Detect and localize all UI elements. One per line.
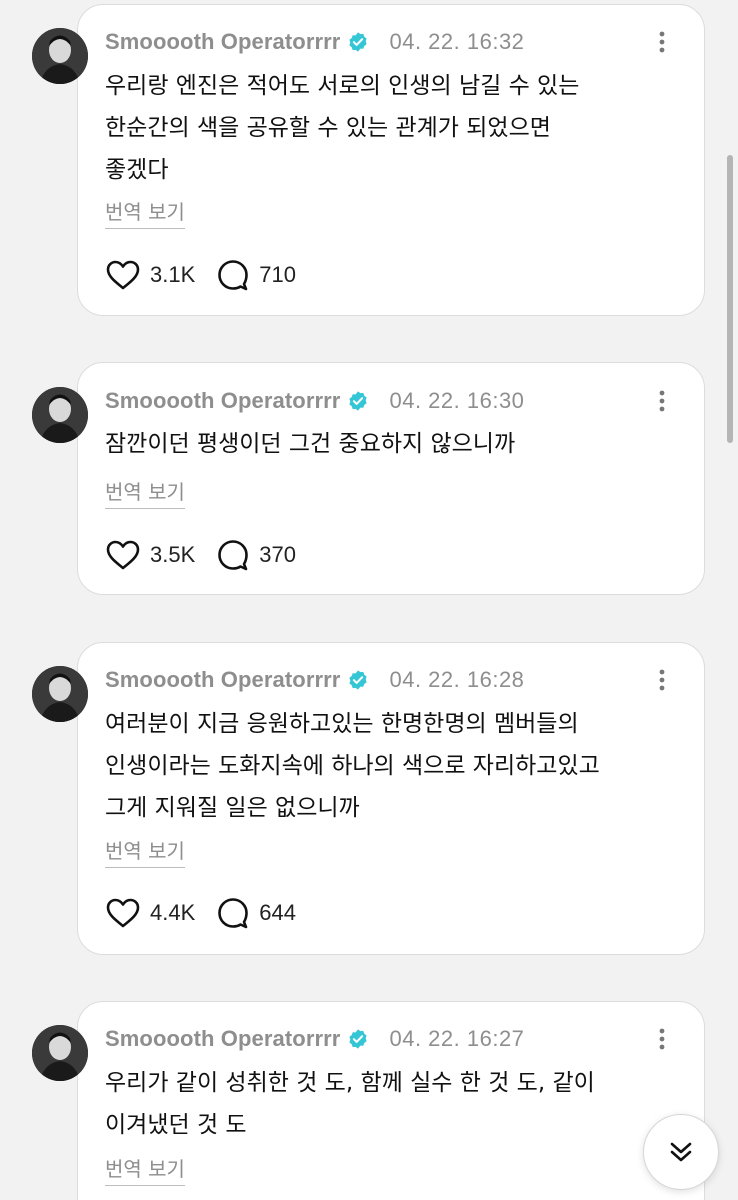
reply-button[interactable]: 644	[217, 897, 296, 929]
comment-icon	[218, 898, 249, 929]
author-name[interactable]: Smooooth Operatorrrr	[105, 388, 340, 414]
like-count: 3.5K	[150, 542, 196, 567]
author-name[interactable]: Smooooth Operatorrrr	[105, 29, 340, 55]
post-text: 우리가 같이 성취한 것 도, 함께 실수 한 것 도, 같이 이겨냈던 것 도	[105, 1070, 595, 1138]
heart-icon	[106, 540, 140, 570]
post-timestamp: 04. 22. 16:27	[389, 1026, 525, 1051]
post-actions: 4.4K 644	[106, 893, 296, 933]
avatar[interactable]	[32, 666, 88, 722]
post-actions: 3.5K 370	[106, 535, 296, 575]
translate-link[interactable]: 번역 보기	[105, 1153, 185, 1186]
verified-badge-icon	[347, 669, 369, 691]
avatar[interactable]	[32, 28, 88, 84]
reply-button[interactable]: 710	[217, 259, 296, 291]
scroll-to-bottom-button[interactable]	[643, 1114, 719, 1190]
post-timestamp: 04. 22. 16:28	[389, 667, 525, 692]
more-options-icon[interactable]	[650, 1019, 674, 1059]
post-header: Smooooth Operatorrrr 04. 22. 16:32	[105, 22, 524, 62]
like-count: 3.1K	[150, 262, 196, 287]
reply-count: 710	[259, 262, 296, 287]
scrollbar-thumb[interactable]	[727, 155, 733, 443]
verified-badge-icon	[347, 31, 369, 53]
reply-count: 370	[259, 542, 296, 567]
like-button[interactable]: 3.1K	[106, 260, 195, 290]
avatar[interactable]	[32, 387, 88, 443]
more-options-icon[interactable]	[650, 22, 674, 62]
like-count: 4.4K	[150, 900, 196, 925]
more-options-icon[interactable]	[650, 381, 674, 421]
verified-badge-icon	[347, 390, 369, 412]
translate-link[interactable]: 번역 보기	[105, 476, 185, 509]
post-text: 잠깐이던 평생이던 그건 중요하지 않으니까	[105, 431, 516, 457]
heart-icon	[106, 898, 140, 928]
verified-badge-icon	[347, 1028, 369, 1050]
more-options-icon[interactable]	[650, 660, 674, 700]
like-button[interactable]: 3.5K	[106, 540, 195, 570]
comment-icon	[218, 540, 249, 571]
post-timestamp: 04. 22. 16:30	[389, 388, 525, 413]
reply-button[interactable]: 370	[217, 539, 296, 571]
like-button[interactable]: 4.4K	[106, 898, 195, 928]
post-text: 우리랑 엔진은 적어도 서로의 인생의 남길 수 있는 한순간의 색을 공유할 …	[105, 73, 580, 183]
avatar[interactable]	[32, 1025, 88, 1081]
reply-count: 644	[259, 900, 296, 925]
post-timestamp: 04. 22. 16:32	[389, 29, 525, 54]
translate-link[interactable]: 번역 보기	[105, 835, 185, 868]
post-header: Smooooth Operatorrrr 04. 22. 16:30	[105, 381, 524, 421]
post-header: Smooooth Operatorrrr 04. 22. 16:28	[105, 660, 524, 700]
author-name[interactable]: Smooooth Operatorrrr	[105, 667, 340, 693]
translate-link[interactable]: 번역 보기	[105, 196, 185, 229]
double-chevron-down-icon	[670, 1142, 692, 1162]
author-name[interactable]: Smooooth Operatorrrr	[105, 1026, 340, 1052]
post-text: 여러분이 지금 응원하고있는 한명한명의 멤버들의 인생이라는 도화지속에 하나…	[105, 711, 600, 821]
post-actions: 3.1K 710	[106, 255, 296, 295]
heart-icon	[106, 260, 140, 290]
post-header: Smooooth Operatorrrr 04. 22. 16:27	[105, 1019, 524, 1059]
comment-icon	[218, 260, 249, 291]
